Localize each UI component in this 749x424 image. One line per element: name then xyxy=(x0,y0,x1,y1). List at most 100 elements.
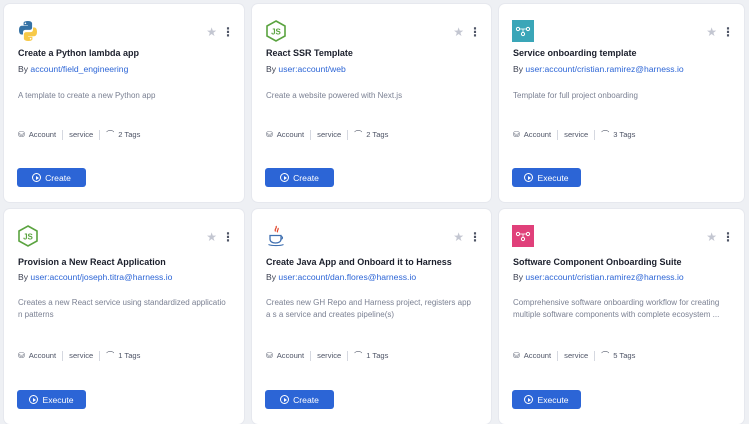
create-button[interactable]: Create xyxy=(17,168,86,187)
owner-link[interactable]: user:account/joseph.titra@harness.io xyxy=(30,272,172,282)
card-meta: ⛁ Account service ⌒ 5 Tags xyxy=(513,350,635,361)
tags-count[interactable]: 3 Tags xyxy=(613,130,635,139)
owner-link[interactable]: user:account/cristian.ramirez@harness.io xyxy=(525,64,683,74)
nodejs-logo-icon: JS xyxy=(265,20,287,42)
tag-icon: ⌒ xyxy=(601,351,610,360)
tag-icon: ⌒ xyxy=(354,351,363,360)
scope-label: Account xyxy=(523,351,552,360)
button-label: Create xyxy=(45,172,71,183)
scope-label: Account xyxy=(276,130,305,139)
card-title[interactable]: Provision a New React Application xyxy=(18,257,234,267)
account-icon: ⛁ xyxy=(266,130,273,139)
template-grid: ★ ⋮ Create a Python lambda app By accoun… xyxy=(4,4,744,424)
divider xyxy=(99,350,101,361)
tags-count[interactable]: 2 Tags xyxy=(118,130,140,139)
more-vertical-icon[interactable]: ⋮ xyxy=(469,231,481,243)
more-vertical-icon[interactable]: ⋮ xyxy=(222,231,234,243)
tags-count[interactable]: 2 Tags xyxy=(366,130,388,139)
play-circle-icon xyxy=(29,395,39,404)
star-icon[interactable]: ★ xyxy=(706,26,717,38)
svg-text:JS: JS xyxy=(271,28,281,37)
kind-label: service xyxy=(69,351,94,360)
button-label: Create xyxy=(293,172,319,183)
tag-icon: ⌒ xyxy=(106,351,115,360)
template-card[interactable]: ★ ⋮ Software Component Onboarding Suite … xyxy=(499,209,744,424)
card-meta: ⛁ Account service ⌒ 1 Tags xyxy=(18,350,140,361)
play-circle-icon xyxy=(524,395,534,404)
scope-label: Account xyxy=(28,130,57,139)
owner-prefix: By xyxy=(513,64,526,74)
tags-count[interactable]: 5 Tags xyxy=(613,351,635,360)
scope-label: Account xyxy=(276,351,305,360)
owner-prefix: By xyxy=(18,272,31,282)
card-actions: ★ ⋮ xyxy=(206,26,234,38)
more-vertical-icon[interactable]: ⋮ xyxy=(722,231,734,243)
card-owner: By user:account/web xyxy=(266,64,481,74)
star-icon[interactable]: ★ xyxy=(706,231,717,243)
template-card[interactable]: ★ ⋮ Service onboarding template By user:… xyxy=(499,4,744,202)
execute-button[interactable]: Execute xyxy=(512,168,581,187)
divider xyxy=(62,350,64,361)
card-actions: ★ ⋮ xyxy=(206,231,234,243)
card-owner: By user:account/joseph.titra@harness.io xyxy=(18,272,234,282)
button-label: Execute xyxy=(42,394,74,405)
more-vertical-icon[interactable]: ⋮ xyxy=(469,26,481,38)
tags-count[interactable]: 1 Tags xyxy=(366,351,388,360)
account-icon: ⛁ xyxy=(18,351,25,360)
more-vertical-icon[interactable]: ⋮ xyxy=(222,26,234,38)
kind-label: service xyxy=(317,351,342,360)
divider xyxy=(557,129,559,140)
template-card[interactable]: JS ★ ⋮ React SSR Template By user:accoun… xyxy=(252,4,491,202)
create-button[interactable]: Create xyxy=(265,390,334,409)
template-card[interactable]: ★ ⋮ Create Java App and Onboard it to Ha… xyxy=(252,209,491,424)
tag-icon: ⌒ xyxy=(601,130,610,139)
card-description: Template for full project onboarding xyxy=(513,91,638,100)
card-title[interactable]: React SSR Template xyxy=(266,48,481,58)
tags-count[interactable]: 1 Tags xyxy=(118,351,140,360)
card-title[interactable]: Software Component Onboarding Suite xyxy=(513,257,734,267)
star-icon[interactable]: ★ xyxy=(453,26,464,38)
owner-link[interactable]: user:account/dan.flores@harness.io xyxy=(278,272,416,282)
owner-link[interactable]: account/field_engineering xyxy=(30,64,128,74)
star-icon[interactable]: ★ xyxy=(453,231,464,243)
card-actions: ★ ⋮ xyxy=(706,231,734,243)
divider xyxy=(347,129,349,140)
template-card[interactable]: JS ★ ⋮ Provision a New React Application… xyxy=(4,209,244,424)
owner-link[interactable]: user:account/web xyxy=(278,64,345,74)
scope-label: Account xyxy=(523,130,552,139)
service-pink-logo-icon xyxy=(512,225,534,247)
button-label: Execute xyxy=(537,394,569,405)
owner-link[interactable]: user:account/cristian.ramirez@harness.io xyxy=(525,272,683,282)
more-vertical-icon[interactable]: ⋮ xyxy=(722,26,734,38)
execute-button[interactable]: Execute xyxy=(17,390,86,409)
tag-icon: ⌒ xyxy=(354,130,363,139)
divider xyxy=(310,350,312,361)
play-circle-icon xyxy=(524,173,534,182)
card-actions: ★ ⋮ xyxy=(453,26,481,38)
button-label: Execute xyxy=(537,172,569,183)
card-description: Comprehensive software onboarding workfl… xyxy=(513,298,720,319)
star-icon[interactable]: ★ xyxy=(206,231,217,243)
divider xyxy=(99,129,101,140)
card-actions: ★ ⋮ xyxy=(706,26,734,38)
execute-button[interactable]: Execute xyxy=(512,390,581,409)
owner-prefix: By xyxy=(266,272,279,282)
create-button[interactable]: Create xyxy=(265,168,334,187)
kind-label: service xyxy=(564,130,589,139)
card-owner: By account/field_engineering xyxy=(18,64,234,74)
play-circle-icon xyxy=(280,173,290,182)
kind-label: service xyxy=(69,130,94,139)
card-title[interactable]: Create Java App and Onboard it to Harnes… xyxy=(266,257,481,267)
divider xyxy=(557,350,559,361)
card-title[interactable]: Create a Python lambda app xyxy=(18,48,234,58)
account-icon: ⛁ xyxy=(18,130,25,139)
template-card[interactable]: ★ ⋮ Create a Python lambda app By accoun… xyxy=(4,4,244,202)
owner-prefix: By xyxy=(18,64,31,74)
java-logo-icon xyxy=(265,225,287,247)
play-circle-icon xyxy=(280,395,290,404)
card-description: Create a website powered with Next.js xyxy=(266,91,403,100)
card-title[interactable]: Service onboarding template xyxy=(513,48,734,58)
star-icon[interactable]: ★ xyxy=(206,26,217,38)
tag-icon: ⌒ xyxy=(106,130,115,139)
kind-label: service xyxy=(564,351,589,360)
